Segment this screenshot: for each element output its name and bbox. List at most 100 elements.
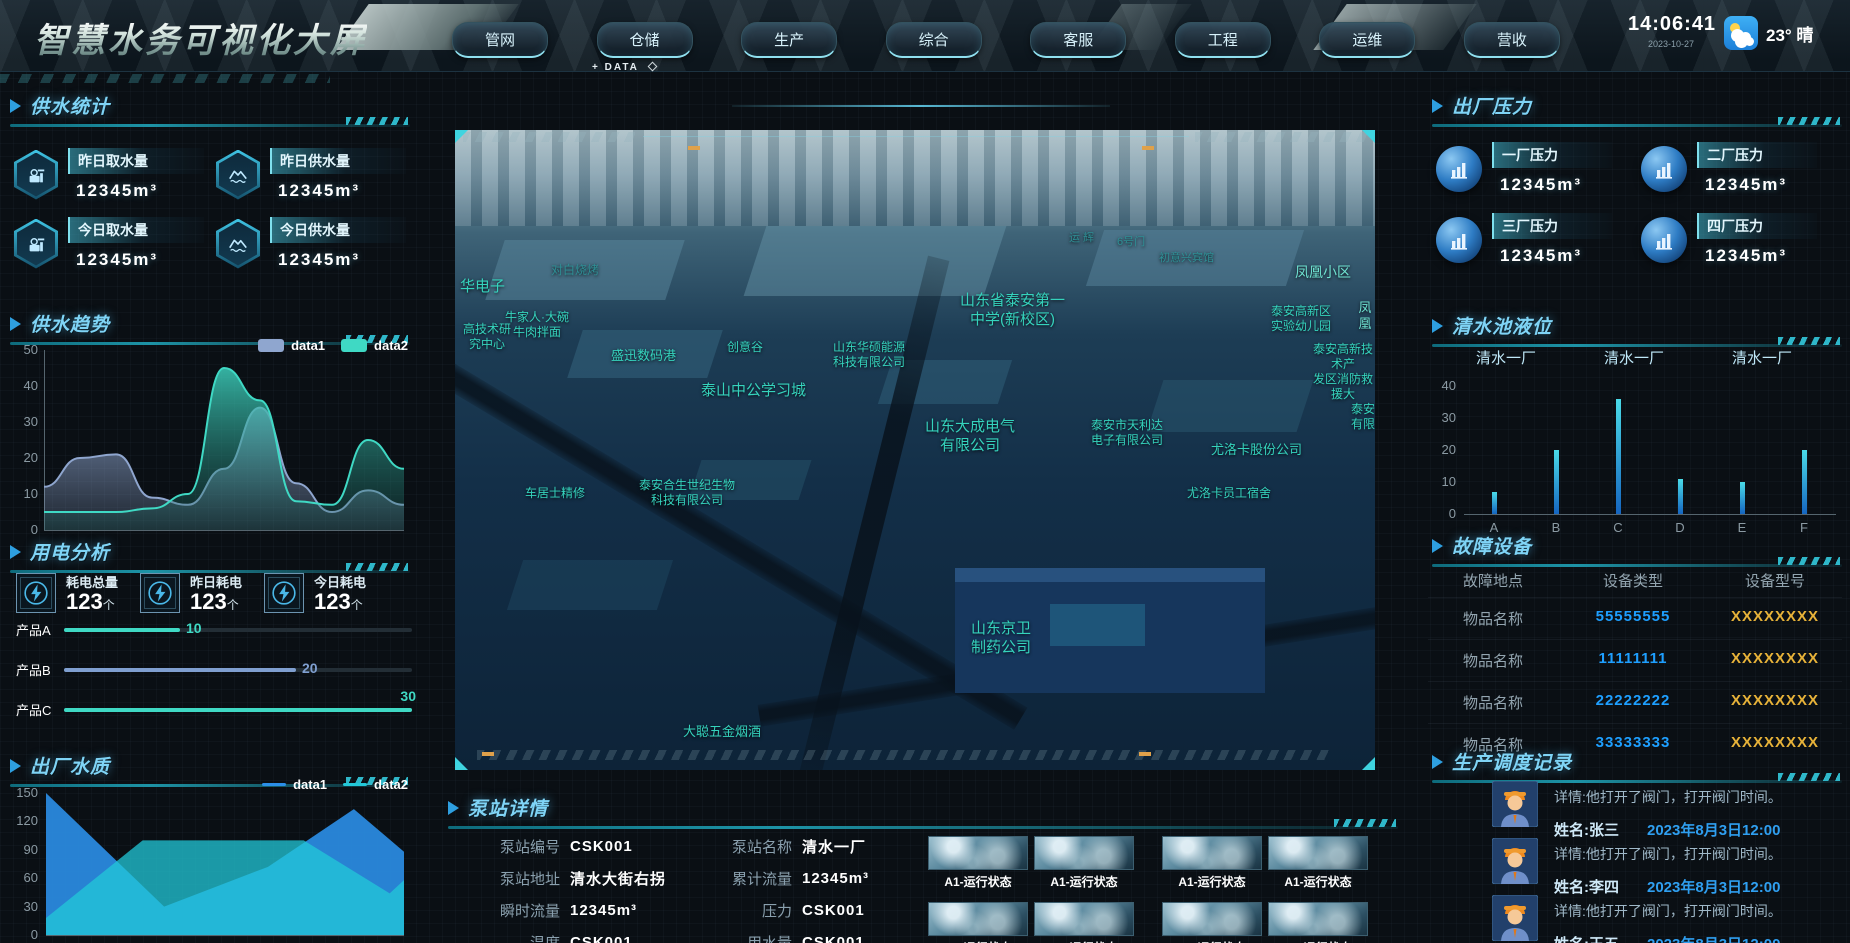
pressure-value: 12345m³ xyxy=(1492,246,1612,266)
pump-field-value: CSK001 xyxy=(570,934,633,943)
product-bar-value: 20 xyxy=(302,660,318,676)
map-frame-hatch xyxy=(463,132,635,142)
nav-tab[interactable]: 营收 xyxy=(1464,22,1560,58)
video-cell[interactable]: A1-运行状态 xyxy=(1034,836,1134,890)
corner-decoration xyxy=(1362,130,1375,143)
stat-card: 今日取水量12345m³ xyxy=(14,217,206,270)
stat-card: 昨日取水量12345m³ xyxy=(14,148,206,201)
quality-chart-svg xyxy=(46,793,404,935)
stat-card: 今日供水量12345m³ xyxy=(216,217,408,270)
video-thumbnail xyxy=(928,902,1028,936)
weather-cloud-icon xyxy=(1724,16,1758,50)
supply-trend-chart: 50403020100data1data2 xyxy=(10,342,408,538)
pool-bar xyxy=(1678,479,1683,514)
triangle-icon xyxy=(10,99,21,113)
dispatch-name: 姓名:王五 xyxy=(1554,936,1619,943)
clock: 14:06:41 2023-10-27 xyxy=(1628,13,1714,49)
factory-icon xyxy=(1641,217,1687,263)
triangle-icon xyxy=(10,545,21,559)
dispatch-detail: 详情:他打开了阀门，打开阀门时间。 xyxy=(1554,901,1782,921)
factory-icon xyxy=(1641,146,1687,192)
map-place-label: 对白烧烤 xyxy=(551,263,599,278)
video-cell[interactable]: A1-运行状态 xyxy=(1162,902,1262,943)
fault-cell: 22222222 xyxy=(1558,692,1708,713)
water-quality-chart: 1501209060300data1data2 xyxy=(10,783,408,943)
pressure-label: 三厂压力 xyxy=(1492,213,1612,239)
product-bar-label: 产品C xyxy=(16,700,64,719)
dispatch-name: 姓名:李四 xyxy=(1554,879,1619,896)
section-title: 故障设备 xyxy=(1452,532,1532,559)
video-cell[interactable]: A1-运行状态 xyxy=(1268,836,1368,890)
legend-label: data1 xyxy=(293,777,327,792)
stat-value: 12345m³ xyxy=(270,250,406,270)
water-supply-icon xyxy=(216,150,260,200)
pump-field-label: 温度 xyxy=(468,932,560,943)
product-bar-row: 产品B20 xyxy=(16,660,412,679)
dispatch-name: 姓名:张三 xyxy=(1554,822,1619,839)
nav-tab[interactable]: 综合 xyxy=(886,22,982,58)
pool-bar xyxy=(1740,482,1745,514)
map-place-label: 盛迅数码港 xyxy=(611,348,676,364)
product-bar-label: 产品A xyxy=(16,620,64,639)
fault-cell: 物品名称 xyxy=(1428,608,1558,629)
product-bar-value: 10 xyxy=(186,620,202,636)
stat-value: 12345m³ xyxy=(270,181,406,201)
section-title: 用电分析 xyxy=(30,538,110,565)
video-cell[interactable]: A1-运行状态 xyxy=(1268,902,1368,943)
triangle-icon xyxy=(1432,539,1443,553)
dispatch-list: 详情:他打开了阀门，打开阀门时间。姓名:张三 2023年8月3日12:00 详情:他… xyxy=(1492,781,1850,943)
dispatch-nameline: 姓名:李四2023年8月3日12:00 xyxy=(1554,876,1782,897)
worker-avatar xyxy=(1492,895,1538,941)
nav-tab[interactable]: 管网 xyxy=(452,22,548,58)
corner-decoration xyxy=(1362,757,1375,770)
pump-field-row: 用水量CSK001 xyxy=(700,926,869,943)
map-place-label: 泰山中公学习城 xyxy=(701,382,806,401)
fault-column-header: 故障地点 xyxy=(1428,570,1558,591)
video-thumbnail xyxy=(1162,836,1262,870)
section-supply-stats: 供水统计 xyxy=(10,92,410,127)
video-label: A1-运行状态 xyxy=(1268,873,1368,890)
nav-tab[interactable]: 工程 xyxy=(1175,22,1271,58)
triangle-icon xyxy=(1432,319,1443,333)
dispatch-date: 2023年8月3日12:00 xyxy=(1647,936,1780,943)
pool-tab[interactable]: 清水一厂 xyxy=(1604,347,1664,368)
section-title: 供水趋势 xyxy=(30,310,110,337)
pressure-value: 12345m³ xyxy=(1492,175,1612,195)
nav-tab[interactable]: 客服 xyxy=(1030,22,1126,58)
nav-tab[interactable]: 仓储 xyxy=(597,22,693,58)
pool-tabs: 清水一厂 清水一厂 清水一厂 xyxy=(1436,347,1832,368)
video-cell[interactable]: A1-运行状态 xyxy=(1162,836,1262,890)
video-cell[interactable]: A1-运行状态 xyxy=(1034,902,1134,943)
pressure-cards: 一厂压力12345m³二厂压力12345m³三厂压力12345m³四厂压力123… xyxy=(1436,142,1846,266)
stat-value: 12345m³ xyxy=(68,250,204,270)
fault-cell: 55555555 xyxy=(1558,608,1708,629)
power-card: 今日耗电123个 xyxy=(264,572,366,613)
fault-table-row: 物品名称22222222XXXXXXXX xyxy=(1428,681,1842,723)
worker-avatar xyxy=(1492,838,1538,884)
product-bar-row: 产品A 10 xyxy=(16,620,412,639)
map-frame-line xyxy=(643,136,1189,137)
legend-label: data2 xyxy=(374,777,408,792)
fault-column-header: 设备型号 xyxy=(1708,570,1842,591)
pump-field-row: 压力CSK001 xyxy=(700,894,869,926)
dispatch-detail: 详情:他打开了阀门，打开阀门时间。 xyxy=(1554,844,1782,864)
pool-tab[interactable]: 清水一厂 xyxy=(1732,347,1792,368)
pump-field-value: 清水大街右拐 xyxy=(570,868,666,889)
pump-field-label: 泵站编号 xyxy=(468,836,560,857)
map-place-label: 创意谷 xyxy=(727,340,763,355)
y-axis-tick: 30 xyxy=(10,899,38,914)
clock-date: 2023-10-27 xyxy=(1628,39,1714,49)
city-3d-map[interactable]: 华电子高技术研 究中心对白烧烤牛家人·大碗 牛肉拌面盛迅数码港创意谷山东华硕能源… xyxy=(455,130,1375,770)
pool-bar xyxy=(1802,450,1807,514)
power-value: 123个 xyxy=(66,591,118,613)
orange-dash xyxy=(688,146,700,150)
map-place-label: 华电子 xyxy=(460,278,505,297)
legend-line-swatch xyxy=(343,783,367,786)
video-cell[interactable]: A1-运行状态 xyxy=(928,902,1028,943)
pool-tab[interactable]: 清水一厂 xyxy=(1476,347,1536,368)
map-place-label: 泰安高新技术产 发区消防救援大 xyxy=(1311,342,1375,402)
nav-tab[interactable]: 运维 xyxy=(1319,22,1415,58)
video-cell[interactable]: A1-运行状态 xyxy=(928,836,1028,890)
nav-tab[interactable]: 生产 xyxy=(741,22,837,58)
video-label: A1-运行状态 xyxy=(1034,873,1134,890)
